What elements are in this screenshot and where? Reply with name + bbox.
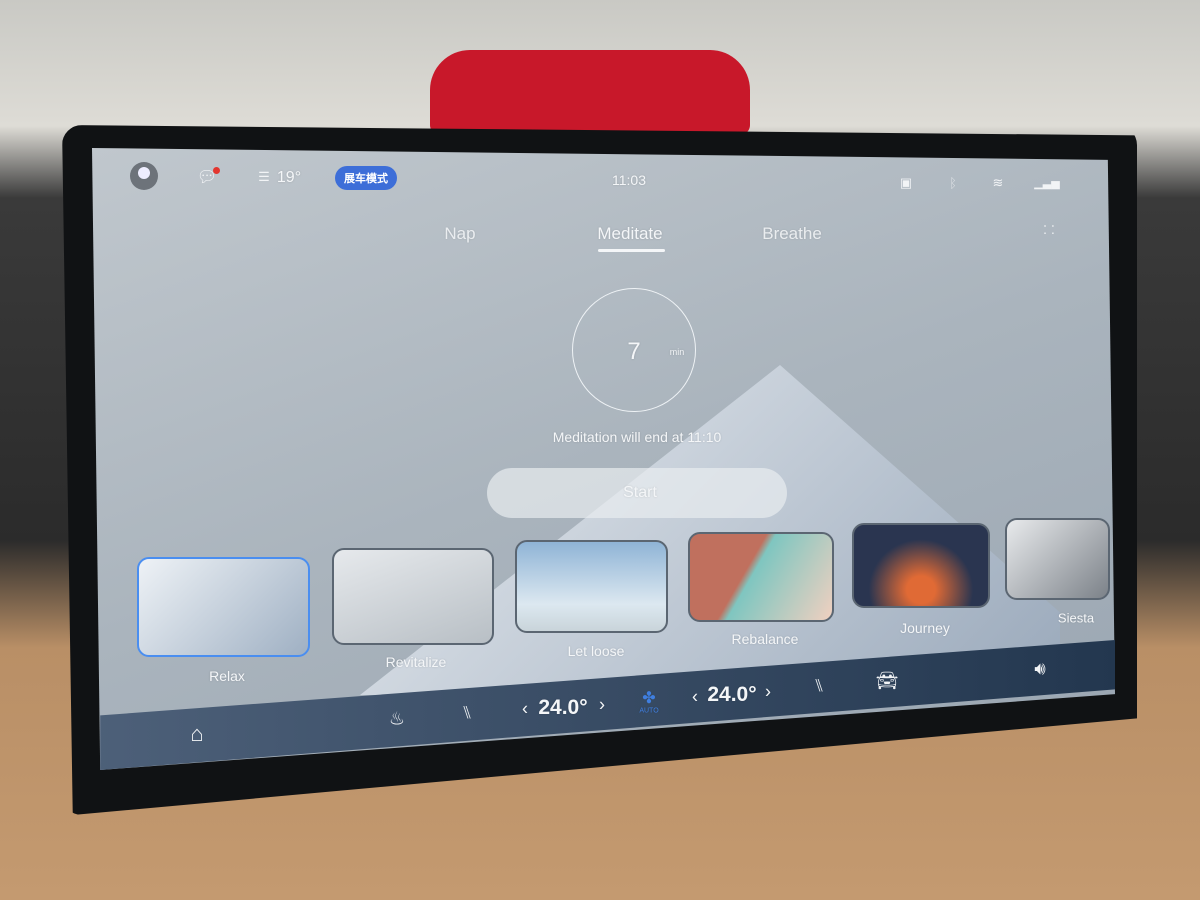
scene-label: Siesta <box>1057 610 1095 626</box>
seat-heat-right-icon[interactable]: ⑊ <box>814 676 825 697</box>
temperature: 19° <box>276 169 302 186</box>
end-time-text: Meditation will end at 11:10 <box>552 429 722 445</box>
timer-value: 7 <box>627 338 641 365</box>
scene-let-loose[interactable] <box>515 540 668 633</box>
grid-menu-icon[interactable]: ⁚⁚ <box>1043 224 1059 236</box>
user-avatar[interactable] <box>130 162 158 190</box>
scene-revitalize[interactable] <box>332 548 494 645</box>
active-tab-indicator <box>598 249 665 252</box>
car-air-icon[interactable]: 🚘︎ <box>876 671 899 692</box>
defrost-icon[interactable]: ♨ <box>389 709 405 730</box>
scene-label: Revitalize <box>385 654 447 670</box>
scene-siesta[interactable] <box>1005 518 1110 600</box>
bluetooth-icon: ᛒ <box>949 175 957 191</box>
right-temp-decrease[interactable]: ‹ <box>692 687 698 708</box>
left-temp: 24.0° <box>538 696 588 719</box>
clock: 11:03 <box>612 172 646 188</box>
camera-icon: ▣ <box>899 175 913 190</box>
right-temp: 24.0° <box>707 683 757 706</box>
scene-rebalance[interactable] <box>688 532 834 622</box>
scene-relax[interactable] <box>137 557 310 657</box>
scene-journey[interactable] <box>852 523 990 608</box>
4g-signal-icon: ▁▃▅ <box>1034 177 1060 190</box>
tab-meditate[interactable]: Meditate <box>597 224 662 244</box>
start-label: Start <box>623 484 657 501</box>
tab-nap[interactable]: Nap <box>444 224 475 244</box>
showroom-mode-badge[interactable]: 展车模式 <box>335 166 397 190</box>
tab-breathe[interactable]: Breathe <box>762 224 822 244</box>
scene-label: Journey <box>900 620 950 636</box>
scene-label: Rebalance <box>731 631 799 647</box>
left-temp-increase[interactable]: › <box>599 695 605 716</box>
volume-icon[interactable]: 🔊︎ <box>1034 659 1045 680</box>
weather-icon: ☰ <box>258 169 270 184</box>
fan-icon[interactable]: ✤ <box>642 688 655 708</box>
home-icon[interactable]: ⌂ <box>190 721 203 747</box>
seat-heat-left-icon[interactable]: ⑊ <box>462 703 473 724</box>
right-temp-increase[interactable]: › <box>765 682 771 703</box>
fan-mode: AUTO <box>639 707 659 715</box>
left-temp-decrease[interactable]: ‹ <box>522 699 528 720</box>
scene-label: Let loose <box>567 643 625 659</box>
wifi-icon: ≋ <box>992 175 1004 190</box>
background-decoration <box>430 50 750 135</box>
scene-label: Relax <box>209 668 245 684</box>
timer-unit: min <box>669 347 685 357</box>
notification-dot <box>213 167 220 174</box>
